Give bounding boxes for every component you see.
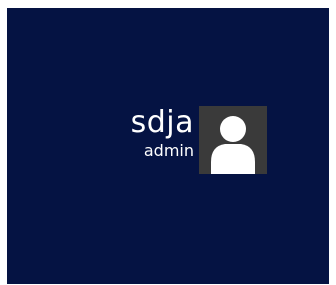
lock-screen-background: sdja admin [7, 8, 329, 284]
account-names: sdja admin [131, 106, 194, 161]
user-silhouette-icon [199, 106, 267, 174]
user-account-tile[interactable]: sdja admin [103, 106, 273, 174]
avatar[interactable] [199, 106, 267, 174]
user-name: sdja [130, 105, 194, 140]
user-role: admin [143, 141, 194, 160]
